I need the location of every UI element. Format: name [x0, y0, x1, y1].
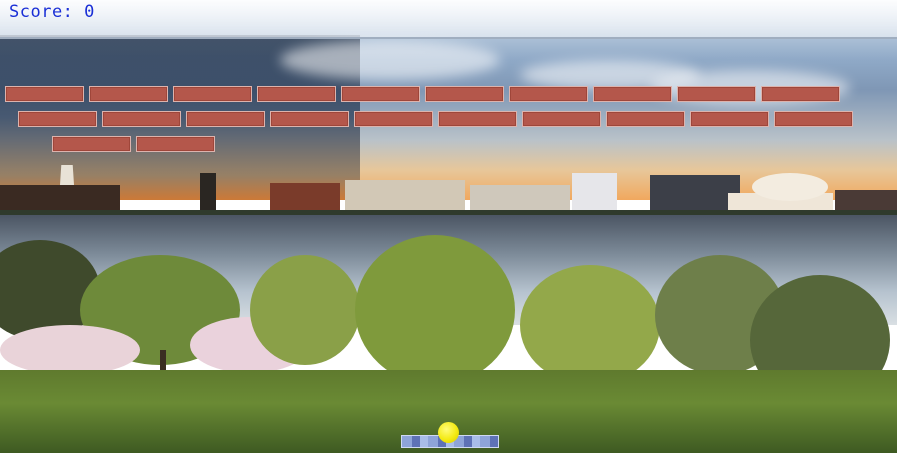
score-value: 0: [84, 2, 95, 22]
score-display: Score: 0: [9, 2, 95, 22]
brick: [606, 111, 685, 127]
hud-bar: Score: 0: [0, 0, 897, 39]
brick: [5, 86, 84, 102]
brick: [270, 111, 349, 127]
brick: [52, 136, 131, 152]
brick: [341, 86, 420, 102]
brick: [136, 136, 215, 152]
ball: [438, 422, 459, 443]
brick: [438, 111, 517, 127]
city-skyline: [0, 165, 897, 215]
brick: [18, 111, 97, 127]
brick: [677, 86, 756, 102]
brick: [354, 111, 433, 127]
brick: [774, 111, 853, 127]
brick: [593, 86, 672, 102]
brick: [186, 111, 265, 127]
cloud: [280, 40, 500, 80]
brick: [522, 111, 601, 127]
brick: [761, 86, 840, 102]
score-label: Score:: [9, 2, 74, 22]
brick: [173, 86, 252, 102]
brick: [425, 86, 504, 102]
brick: [257, 86, 336, 102]
brick: [89, 86, 168, 102]
brick: [509, 86, 588, 102]
game-canvas[interactable]: Score: 0: [0, 0, 897, 453]
brick: [690, 111, 769, 127]
brick: [102, 111, 181, 127]
